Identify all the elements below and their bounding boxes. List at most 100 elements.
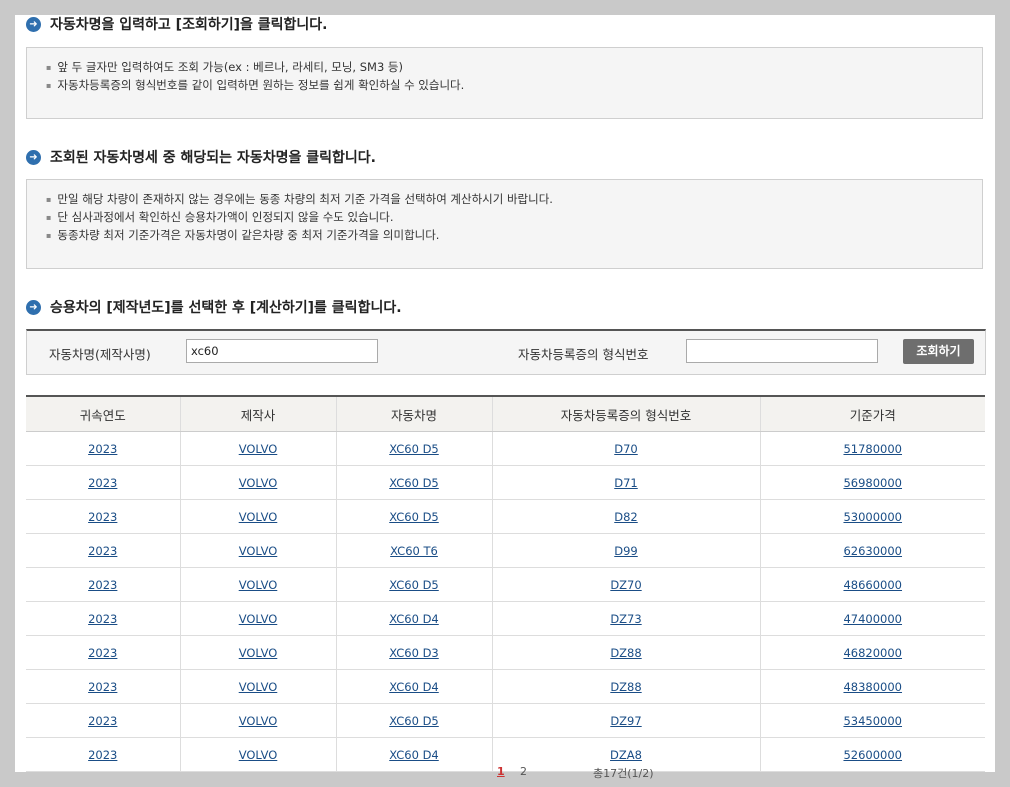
page-2-link[interactable]: 2 bbox=[520, 765, 527, 778]
car-name-input[interactable] bbox=[186, 339, 378, 363]
table-cell: 2023 bbox=[26, 635, 180, 670]
maker-link[interactable]: VOLVO bbox=[239, 646, 278, 660]
table-cell: XC60 D4 bbox=[335, 669, 492, 704]
table-cell: 53000000 bbox=[759, 499, 985, 534]
notice-box-1: 앞 두 글자만 입력하여도 조회 가능(ex : 베르나, 라세티, 모닝, S… bbox=[26, 47, 983, 119]
table-cell: XC60 D5 bbox=[335, 431, 492, 466]
year-link[interactable]: 2023 bbox=[88, 544, 117, 558]
model-no-link[interactable]: DZA8 bbox=[610, 748, 642, 762]
price-link[interactable]: 47400000 bbox=[843, 612, 902, 626]
table-cell: 62630000 bbox=[759, 533, 985, 568]
year-link[interactable]: 2023 bbox=[88, 476, 117, 490]
table-cell: VOLVO bbox=[179, 465, 336, 500]
year-link[interactable]: 2023 bbox=[88, 748, 117, 762]
table-cell: VOLVO bbox=[179, 669, 336, 704]
model-no-link[interactable]: D82 bbox=[614, 510, 638, 524]
car-name-link[interactable]: XC60 D5 bbox=[389, 442, 439, 456]
table-cell: 2023 bbox=[26, 465, 180, 500]
year-link[interactable]: 2023 bbox=[88, 612, 117, 626]
maker-link[interactable]: VOLVO bbox=[239, 442, 278, 456]
year-link[interactable]: 2023 bbox=[88, 646, 117, 660]
maker-link[interactable]: VOLVO bbox=[239, 578, 278, 592]
table-cell: XC60 D4 bbox=[335, 601, 492, 636]
maker-link[interactable]: VOLVO bbox=[239, 544, 278, 558]
header-model-no: 자동차등록증의 형식번호 bbox=[491, 395, 760, 432]
notice-line: 동종차량 최저 기준가격은 자동차명이 같은차량 중 최저 기준가격을 의미합니… bbox=[46, 226, 982, 244]
table-cell: D70 bbox=[491, 431, 760, 466]
price-link[interactable]: 48660000 bbox=[843, 578, 902, 592]
model-no-link[interactable]: DZ70 bbox=[610, 578, 641, 592]
model-no-link[interactable]: D70 bbox=[614, 442, 638, 456]
maker-link[interactable]: VOLVO bbox=[239, 476, 278, 490]
car-name-link[interactable]: XC60 D5 bbox=[389, 578, 439, 592]
table-cell: VOLVO bbox=[179, 431, 336, 466]
arrow-right-icon: ➜ bbox=[26, 16, 41, 32]
model-no-label: 자동차등록증의 형식번호 bbox=[518, 347, 649, 362]
model-no-link[interactable]: D99 bbox=[614, 544, 638, 558]
table-cell: VOLVO bbox=[179, 703, 336, 738]
price-link[interactable]: 48380000 bbox=[843, 680, 902, 694]
table-cell: 2023 bbox=[26, 601, 180, 636]
step1-title: ➜ 자동차명을 입력하고 [조회하기]을 클릭합니다. bbox=[26, 14, 327, 34]
table-cell: 2023 bbox=[26, 499, 180, 534]
year-link[interactable]: 2023 bbox=[88, 714, 117, 728]
search-button[interactable]: 조회하기 bbox=[903, 339, 974, 364]
car-name-link[interactable]: XC60 D5 bbox=[389, 476, 439, 490]
page-1-link[interactable]: 1 bbox=[497, 765, 505, 778]
price-link[interactable]: 53450000 bbox=[843, 714, 902, 728]
table-cell: 2023 bbox=[26, 669, 180, 704]
car-name-link[interactable]: XC60 D5 bbox=[389, 510, 439, 524]
model-no-link[interactable]: DZ73 bbox=[610, 612, 641, 626]
table-row: 2023 VOLVO XC60 D3 DZ88 46820000 bbox=[26, 635, 985, 670]
arrow-right-icon: ➜ bbox=[26, 299, 41, 315]
car-name-link[interactable]: XC60 D3 bbox=[389, 646, 439, 660]
year-link[interactable]: 2023 bbox=[88, 442, 117, 456]
car-name-link[interactable]: XC60 D4 bbox=[389, 612, 439, 626]
price-link[interactable]: 53000000 bbox=[843, 510, 902, 524]
notice-line: 앞 두 글자만 입력하여도 조회 가능(ex : 베르나, 라세티, 모닝, S… bbox=[46, 58, 982, 76]
car-name-link[interactable]: XC60 D5 bbox=[389, 714, 439, 728]
year-link[interactable]: 2023 bbox=[88, 578, 117, 592]
table-cell: 48660000 bbox=[759, 567, 985, 602]
table-cell: XC60 D5 bbox=[335, 499, 492, 534]
notice-line: 자동차등록증의 형식번호를 같이 입력하면 원하는 정보를 쉽게 확인하실 수 … bbox=[46, 76, 982, 94]
model-no-link[interactable]: DZ88 bbox=[610, 680, 641, 694]
maker-link[interactable]: VOLVO bbox=[239, 680, 278, 694]
table-cell: XC60 D5 bbox=[335, 703, 492, 738]
model-no-link[interactable]: DZ88 bbox=[610, 646, 641, 660]
table-cell: XC60 D3 bbox=[335, 635, 492, 670]
year-link[interactable]: 2023 bbox=[88, 510, 117, 524]
table-cell: 51780000 bbox=[759, 431, 985, 466]
model-no-link[interactable]: D71 bbox=[614, 476, 638, 490]
car-name-link[interactable]: XC60 D4 bbox=[389, 680, 439, 694]
table-row: 2023 VOLVO XC60 D5 D71 56980000 bbox=[26, 465, 985, 500]
step2-title: ➜ 조회된 자동차명세 중 해당되는 자동차명을 클릭합니다. bbox=[26, 147, 376, 167]
price-link[interactable]: 51780000 bbox=[843, 442, 902, 456]
results-table: 귀속연도 제작사 자동차명 자동차등록증의 형식번호 기준가격 2023 VOLV… bbox=[26, 395, 985, 772]
table-cell: 2023 bbox=[26, 431, 180, 466]
table-cell: XC60 D5 bbox=[335, 567, 492, 602]
model-no-link[interactable]: DZ97 bbox=[610, 714, 641, 728]
price-link[interactable]: 62630000 bbox=[843, 544, 902, 558]
price-link[interactable]: 46820000 bbox=[843, 646, 902, 660]
header-year: 귀속연도 bbox=[26, 395, 180, 432]
table-row: 2023 VOLVO XC60 D5 DZ70 48660000 bbox=[26, 567, 985, 602]
table-cell: DZ70 bbox=[491, 567, 760, 602]
maker-link[interactable]: VOLVO bbox=[239, 748, 278, 762]
header-price: 기준가격 bbox=[759, 395, 985, 432]
maker-link[interactable]: VOLVO bbox=[239, 612, 278, 626]
price-link[interactable]: 52600000 bbox=[843, 748, 902, 762]
table-cell: VOLVO bbox=[179, 499, 336, 534]
maker-link[interactable]: VOLVO bbox=[239, 714, 278, 728]
car-name-link[interactable]: XC60 T6 bbox=[390, 544, 438, 558]
notice-box-2: 만일 해당 차량이 존재하지 않는 경우에는 동종 차량의 최저 기준 가격을 … bbox=[26, 179, 983, 269]
table-cell: XC60 D5 bbox=[335, 465, 492, 500]
price-link[interactable]: 56980000 bbox=[843, 476, 902, 490]
car-name-link[interactable]: XC60 D4 bbox=[389, 748, 439, 762]
notice-line: 단 심사과정에서 확인하신 승용차가액이 인정되지 않을 수도 있습니다. bbox=[46, 208, 982, 226]
car-name-label: 자동차명(제작사명) bbox=[49, 347, 151, 362]
model-no-input[interactable] bbox=[686, 339, 878, 363]
table-row: 2023 VOLVO XC60 D5 D70 51780000 bbox=[26, 431, 985, 466]
year-link[interactable]: 2023 bbox=[88, 680, 117, 694]
maker-link[interactable]: VOLVO bbox=[239, 510, 278, 524]
